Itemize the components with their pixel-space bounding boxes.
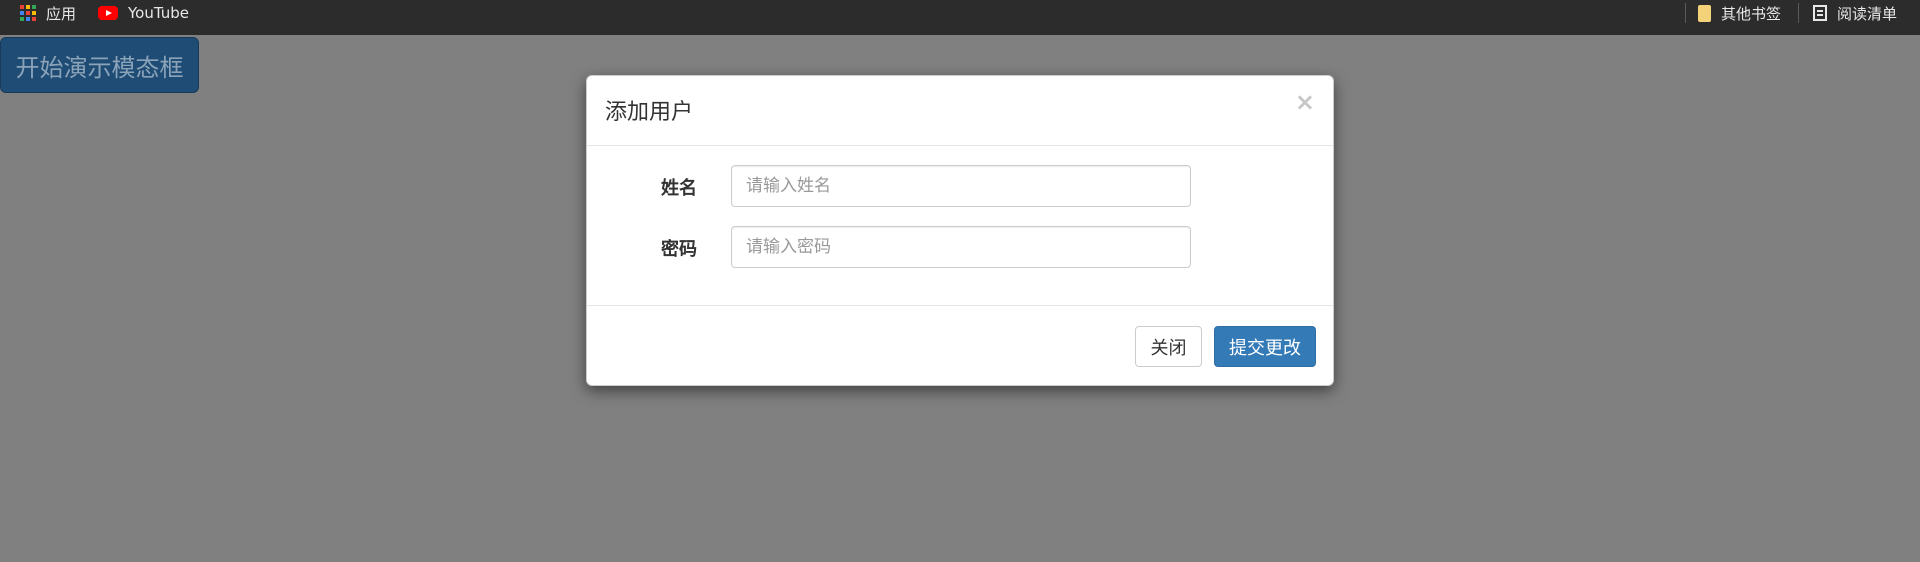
modal-title: 添加用户 — [605, 100, 694, 125]
bookmark-youtube[interactable]: YouTube — [98, 0, 189, 26]
bookmarks-separator — [1685, 3, 1686, 23]
add-user-modal: 添加用户 × 姓名 密码 关闭 提交更改 — [586, 75, 1334, 386]
close-icon[interactable]: × — [1295, 90, 1315, 114]
modal-footer: 关闭 提交更改 — [587, 305, 1333, 387]
bookmark-youtube-label: YouTube — [128, 4, 189, 22]
close-button[interactable]: 关闭 — [1135, 326, 1202, 367]
submit-button[interactable]: 提交更改 — [1214, 326, 1316, 367]
bookmark-reading-list[interactable]: 阅读清单 — [1813, 0, 1897, 26]
modal-header: 添加用户 × — [587, 76, 1333, 146]
bookmark-apps[interactable]: 应用 — [20, 0, 76, 26]
bookmark-other-bookmarks[interactable]: 其他书签 — [1698, 0, 1781, 26]
password-input[interactable] — [731, 226, 1191, 268]
launch-modal-button[interactable]: 开始演示模态框 — [0, 37, 199, 93]
bookmarks-separator — [1798, 3, 1799, 23]
name-input[interactable] — [731, 165, 1191, 207]
bookmark-other-label: 其他书签 — [1721, 4, 1782, 23]
youtube-icon — [98, 6, 118, 20]
password-label: 密码 — [661, 239, 697, 260]
bookmark-reading-label: 阅读清单 — [1837, 4, 1898, 23]
bookmarks-bar: 应用 YouTube 其他书签 阅读清单 — [0, 0, 1920, 35]
reading-list-icon — [1813, 5, 1827, 21]
bookmark-apps-label: 应用 — [46, 4, 77, 23]
apps-grid-icon — [20, 5, 36, 21]
folder-icon — [1698, 4, 1711, 22]
name-label: 姓名 — [661, 178, 697, 199]
